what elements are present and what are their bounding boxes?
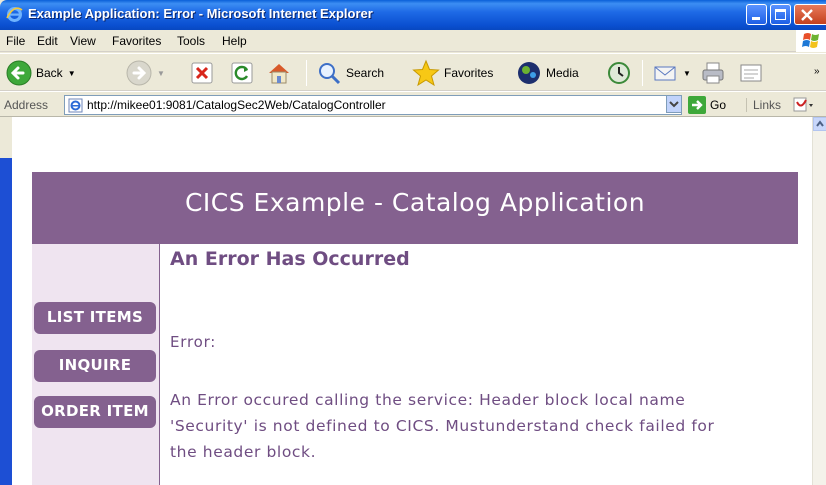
title-bar: Example Application: Error - Microsoft I… bbox=[0, 0, 826, 30]
menu-tools[interactable]: Tools bbox=[177, 34, 205, 48]
forward-button[interactable]: ▼ bbox=[126, 58, 165, 88]
address-url: http://mikee01:9081/CatalogSec2Web/Catal… bbox=[87, 98, 386, 112]
home-icon bbox=[269, 64, 289, 84]
go-button[interactable]: Go bbox=[688, 96, 726, 114]
search-button[interactable]: Search bbox=[316, 58, 384, 88]
history-icon bbox=[608, 62, 630, 84]
header-title: CICS Example - Catalog Application bbox=[184, 188, 646, 217]
scroll-up-button[interactable] bbox=[813, 117, 826, 131]
order-item-button[interactable]: ORDER ITEM bbox=[34, 396, 156, 428]
media-icon bbox=[518, 62, 540, 84]
maximize-button[interactable] bbox=[770, 4, 791, 25]
mail-icon bbox=[654, 66, 676, 81]
address-bar: Address http://mikee01:9081/CatalogSec2W… bbox=[0, 91, 826, 117]
toolbar-overflow-icon[interactable]: » bbox=[814, 64, 820, 78]
toolbar: Back ▼ ▼ Search Favorites Media ▼ » bbox=[0, 53, 826, 91]
go-arrow-icon bbox=[688, 96, 706, 114]
print-button[interactable] bbox=[700, 58, 726, 88]
vertical-scrollbar[interactable] bbox=[812, 117, 826, 485]
dropdown-arrow-icon: ▼ bbox=[683, 68, 691, 78]
printer-icon bbox=[702, 62, 724, 84]
window-frame bbox=[0, 158, 12, 485]
address-label: Address bbox=[4, 98, 49, 112]
star-icon bbox=[412, 59, 440, 87]
edit-page-icon bbox=[740, 64, 762, 82]
forward-arrow-icon bbox=[126, 60, 152, 86]
favorites-button[interactable]: Favorites bbox=[412, 58, 493, 88]
stop-button[interactable] bbox=[190, 58, 214, 88]
error-message-line: An Error occured calling the service: He… bbox=[170, 391, 686, 409]
page-icon bbox=[68, 98, 83, 113]
menu-edit[interactable]: Edit bbox=[37, 34, 58, 48]
list-items-button[interactable]: LIST ITEMS bbox=[34, 302, 156, 334]
back-arrow-icon bbox=[6, 60, 32, 86]
stop-icon bbox=[191, 62, 213, 84]
inquire-button[interactable]: INQUIRE bbox=[34, 350, 156, 382]
menu-bar: File Edit View Favorites Tools Help bbox=[0, 30, 826, 52]
error-message-line: the header block. bbox=[170, 443, 317, 461]
page-title: An Error Has Occurred bbox=[170, 248, 410, 270]
menu-help[interactable]: Help bbox=[222, 34, 247, 48]
error-message-line: 'Security' is not defined to CICS. Mustu… bbox=[170, 417, 715, 435]
mail-button[interactable]: ▼ bbox=[652, 58, 691, 88]
refresh-icon bbox=[231, 62, 253, 84]
search-icon bbox=[319, 63, 341, 85]
history-button[interactable] bbox=[606, 58, 632, 88]
error-message: An Error occured calling the service: He… bbox=[170, 387, 810, 465]
dropdown-arrow-icon: ▼ bbox=[157, 68, 165, 78]
edit-button[interactable] bbox=[738, 58, 764, 88]
ie-logo-icon bbox=[6, 7, 23, 22]
address-dropdown-button[interactable] bbox=[666, 95, 682, 113]
refresh-button[interactable] bbox=[230, 58, 254, 88]
home-button[interactable] bbox=[266, 58, 292, 88]
dropdown-arrow-icon: ▼ bbox=[67, 68, 76, 78]
links-button[interactable]: Links bbox=[746, 98, 781, 112]
error-label: Error: bbox=[170, 333, 217, 351]
window-title: Example Application: Error - Microsoft I… bbox=[28, 6, 373, 21]
menu-file[interactable]: File bbox=[6, 34, 25, 48]
back-button[interactable]: Back ▼ bbox=[6, 58, 76, 88]
page-content-top bbox=[12, 117, 812, 158]
media-button[interactable]: Media bbox=[516, 58, 579, 88]
windows-logo-icon bbox=[796, 30, 826, 52]
close-button[interactable] bbox=[794, 4, 826, 25]
menu-view[interactable]: View bbox=[70, 34, 96, 48]
page-header: CICS Example - Catalog Application bbox=[32, 172, 798, 244]
link-icon[interactable] bbox=[792, 96, 814, 114]
address-input[interactable]: http://mikee01:9081/CatalogSec2Web/Catal… bbox=[64, 95, 682, 115]
menu-favorites[interactable]: Favorites bbox=[112, 34, 161, 48]
minimize-button[interactable] bbox=[746, 4, 767, 25]
